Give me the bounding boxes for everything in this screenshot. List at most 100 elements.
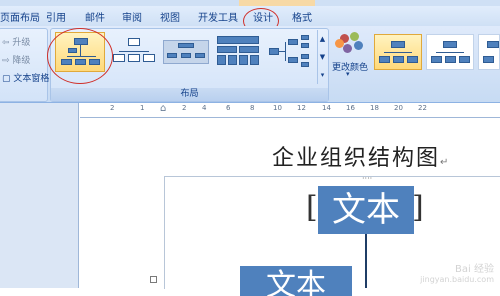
- org-box: [288, 57, 298, 63]
- watermark-text: Bai 经验: [455, 264, 494, 275]
- paragraph-mark-icon: ↵: [440, 157, 451, 168]
- demote-button[interactable]: ⇨ 降级: [2, 53, 30, 66]
- ruler-mark: 8: [250, 104, 255, 112]
- style-subtle-effect[interactable]: [478, 34, 500, 70]
- gallery-down-icon[interactable]: ▼: [318, 48, 327, 66]
- tab-developer[interactable]: 开发工具: [198, 9, 238, 24]
- org-box: [393, 56, 404, 63]
- document-title-text: 企业组织结构图: [272, 146, 441, 171]
- layout-table-hierarchy[interactable]: [213, 32, 263, 72]
- gallery-more-icon[interactable]: ▾: [318, 66, 327, 84]
- org-box: [483, 56, 494, 63]
- org-box: [487, 41, 499, 48]
- demote-label: 降级: [12, 56, 31, 66]
- org-box: [239, 46, 259, 53]
- ruler-mark: 2: [182, 104, 187, 112]
- org-line: [384, 52, 412, 53]
- text-bracket-left: [: [306, 190, 318, 225]
- tab-mailings[interactable]: 邮件: [85, 9, 105, 24]
- org-box: [459, 56, 470, 63]
- ruler-mark: 1: [140, 104, 145, 112]
- demote-icon: ⇨: [2, 56, 10, 66]
- horizontal-ruler[interactable]: 2 1 2 4 6 8 10 12 14 16 18 20 22 ⌂: [80, 103, 500, 118]
- org-box: [178, 43, 194, 48]
- change-colors-label: 更改颜色: [332, 63, 369, 73]
- org-box: [113, 54, 125, 62]
- ruler-mark: 16: [346, 104, 355, 112]
- color-dot-icon: [343, 44, 352, 53]
- indent-marker-icon[interactable]: ⌂: [160, 103, 166, 114]
- org-box-left[interactable]: 文本: [240, 266, 352, 296]
- promote-icon: ⇦: [2, 38, 10, 48]
- style-simple-fill[interactable]: [374, 34, 422, 70]
- org-box: [269, 48, 279, 55]
- org-box: [445, 56, 456, 63]
- promote-label: 升级: [12, 38, 31, 48]
- layouts-gallery-scroll[interactable]: ▲ ▼ ▾: [317, 30, 327, 84]
- org-box: [195, 53, 205, 58]
- tab-review[interactable]: 审阅: [122, 9, 142, 24]
- layout-horizontal-hierarchy[interactable]: [265, 32, 315, 72]
- org-box: [301, 35, 309, 40]
- text-pane-button[interactable]: ▢ 文本窗格: [2, 71, 49, 84]
- org-box: [217, 46, 237, 53]
- tab-page-layout[interactable]: 页面布局: [0, 9, 40, 24]
- org-line: [119, 51, 149, 52]
- tab-references[interactable]: 引用: [46, 9, 66, 24]
- dropdown-arrow-icon: ▾: [346, 70, 350, 78]
- style-white-outline[interactable]: [426, 34, 474, 70]
- text-pane-icon: ▢: [2, 74, 11, 84]
- org-box: [301, 62, 309, 67]
- watermark: Bai 经验 jingyan.baidu.com: [420, 260, 494, 284]
- org-line: [285, 42, 286, 61]
- left-margin-area: [0, 103, 79, 288]
- org-box: [407, 56, 418, 63]
- ruler-mark: 14: [322, 104, 331, 112]
- ruler-mark: 4: [202, 104, 207, 112]
- org-box: [301, 54, 309, 59]
- resize-handle-icon[interactable]: [150, 276, 157, 283]
- org-box: [391, 41, 405, 48]
- selected-layout-highlight: [47, 28, 113, 84]
- color-dot-icon: [350, 32, 359, 41]
- color-dot-icon: [354, 41, 363, 50]
- org-box: [250, 55, 259, 65]
- org-box: [167, 53, 177, 58]
- org-box: [217, 36, 259, 44]
- layout-hierarchy-list[interactable]: [161, 32, 211, 72]
- layout-name-title-org-chart[interactable]: [109, 32, 159, 72]
- org-box: [181, 53, 191, 58]
- org-box: [288, 39, 298, 45]
- org-box: [228, 55, 237, 65]
- org-box: [239, 55, 248, 65]
- org-box: [143, 54, 155, 62]
- org-box: [217, 55, 226, 65]
- tab-view[interactable]: 视图: [160, 9, 180, 24]
- org-connector-line: [365, 234, 367, 288]
- color-dot-icon: [335, 39, 344, 48]
- ruler-mark: 12: [297, 104, 306, 112]
- change-colors-button[interactable]: 更改颜色 ▾: [330, 28, 372, 100]
- ruler-mark: 10: [273, 104, 282, 112]
- ruler-mark: 18: [370, 104, 379, 112]
- promote-button[interactable]: ⇦ 升级: [2, 35, 30, 48]
- ruler-mark: 6: [226, 104, 231, 112]
- text-pane-label: 文本窗格: [13, 74, 50, 84]
- ruler-mark: 2: [110, 104, 115, 112]
- ruler-mark: 20: [394, 104, 403, 112]
- watermark-url: jingyan.baidu.com: [420, 275, 494, 284]
- org-box-top[interactable]: 文本: [318, 186, 414, 234]
- document-title: 企业组织结构图↵: [272, 140, 450, 172]
- text-bracket-right: ]: [412, 190, 424, 225]
- create-graphic-group: ⇦ 升级 ⇨ 降级 ▢ 文本窗格: [0, 28, 49, 102]
- layouts-group-label: 布局: [51, 88, 328, 101]
- org-box: [443, 41, 457, 48]
- org-box: [431, 56, 442, 63]
- tab-format[interactable]: 格式: [292, 9, 312, 24]
- org-box: [128, 54, 140, 62]
- gallery-up-icon[interactable]: ▲: [318, 30, 327, 48]
- frame-handle-icon[interactable]: ····: [362, 174, 372, 183]
- org-line: [436, 52, 464, 53]
- org-box: [128, 38, 140, 46]
- org-box: [301, 43, 309, 48]
